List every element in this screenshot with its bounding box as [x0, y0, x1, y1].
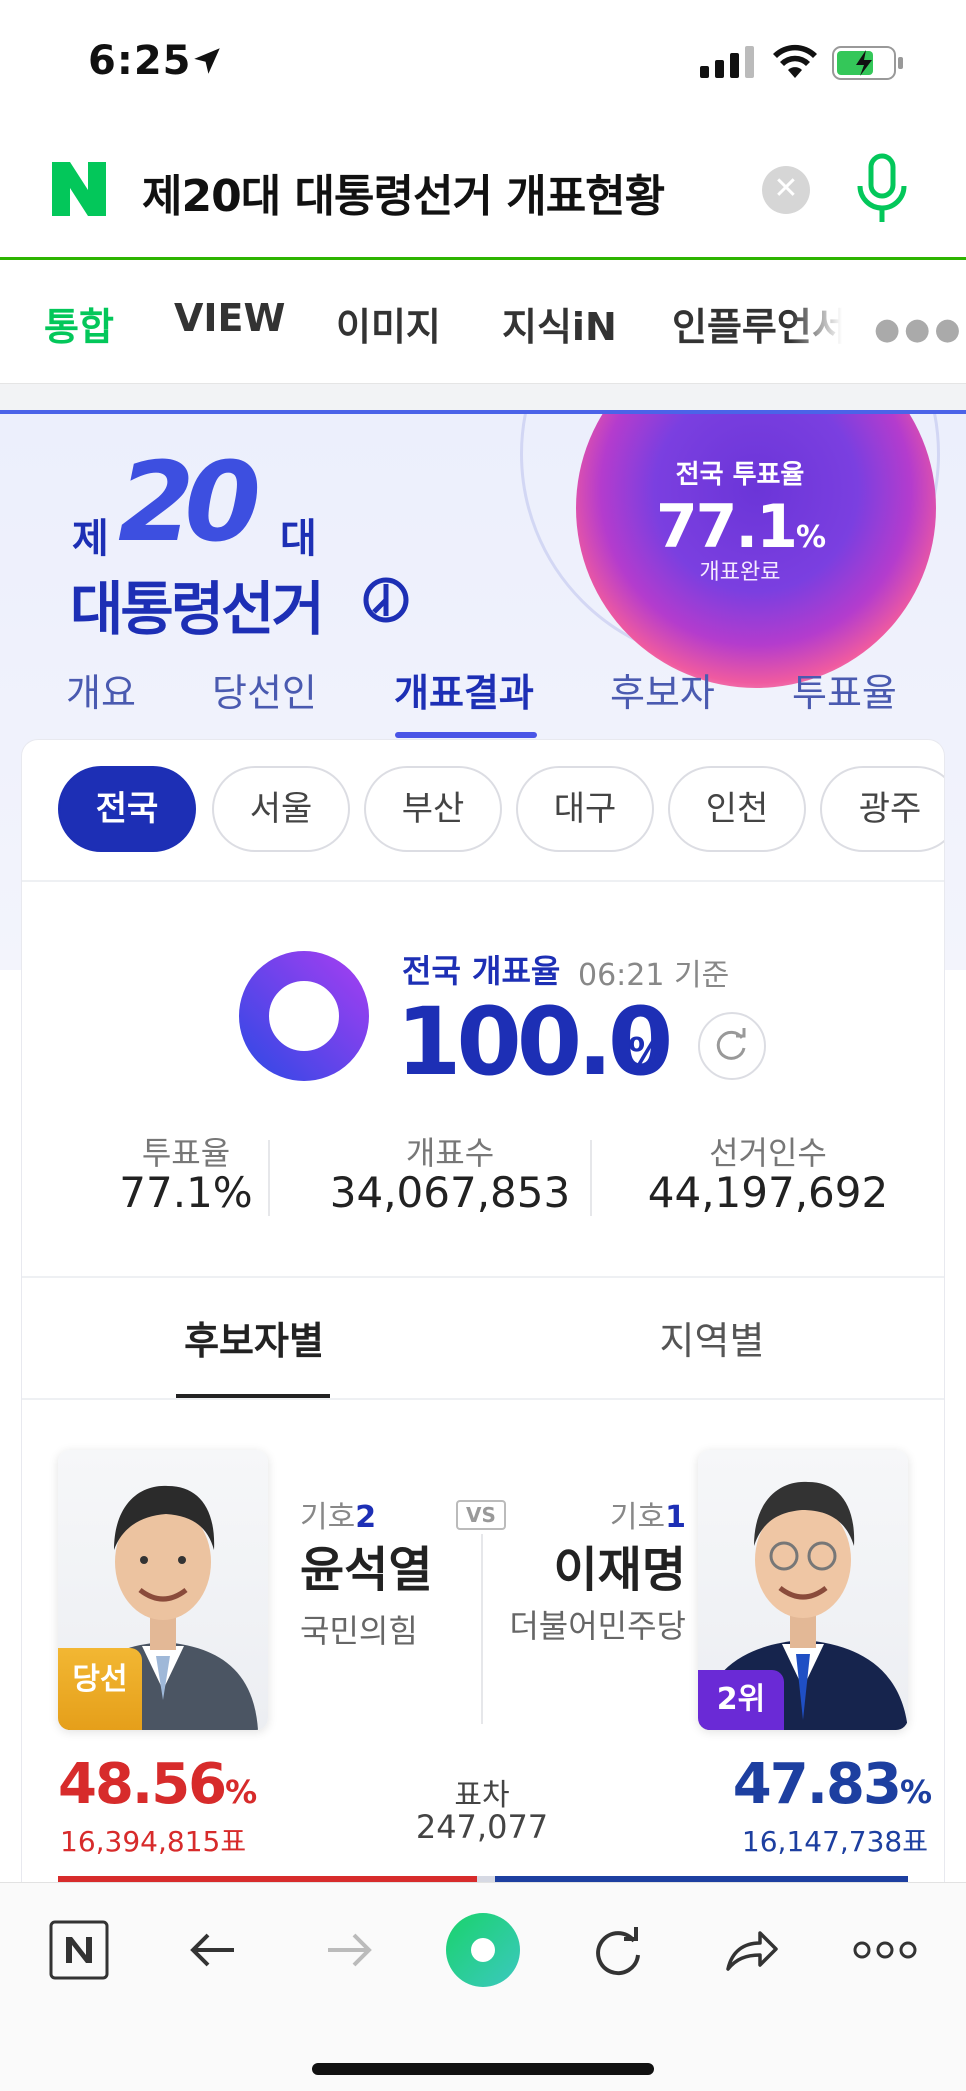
divider: [22, 1276, 944, 1278]
region-chip-seoul[interactable]: 서울: [212, 766, 350, 852]
mic-icon[interactable]: [852, 152, 912, 228]
stat-value-turnout: 77.1%: [119, 1168, 253, 1217]
progress-unit: %: [628, 1030, 667, 1074]
forward-icon[interactable]: [318, 1919, 380, 1981]
region-chip-busan[interactable]: 부산: [364, 766, 502, 852]
section-gap: [0, 384, 966, 410]
status-bar: 6:25: [0, 0, 966, 120]
progress-label: 전국 개표율: [402, 952, 561, 990]
back-icon[interactable]: [182, 1919, 244, 1981]
results-card: 전국 서울 부산 대구 인천 광주 전국 개표율 06:21 기준 100.0 …: [22, 740, 944, 1900]
subtab-turnout[interactable]: 투표율: [792, 662, 897, 717]
browser-toolbar: [0, 1882, 966, 2091]
subtab-indicator: [395, 732, 537, 738]
vote-share-right: 47.83%: [732, 1752, 932, 1817]
green-dot-icon[interactable]: [444, 1911, 522, 1989]
tab-integrated[interactable]: 통합: [44, 296, 114, 351]
subtab-overview[interactable]: 개요: [66, 662, 136, 717]
candidate-name-right[interactable]: 이재명: [522, 1530, 686, 1600]
candidate-party-right: 더불어민주당: [509, 1607, 686, 1645]
subtab-winner[interactable]: 당선인: [212, 662, 317, 717]
more-icon[interactable]: [852, 1919, 918, 1981]
subtab-candidates[interactable]: 후보자: [610, 662, 715, 717]
signal-icon: [700, 46, 754, 78]
refresh-button[interactable]: [698, 1012, 766, 1080]
search-input[interactable]: 제20대 대통령선거 개표현황: [142, 160, 665, 224]
share-icon[interactable]: [720, 1919, 782, 1981]
naver-home-icon[interactable]: [48, 1919, 110, 1981]
region-chip-national[interactable]: 전국: [58, 766, 196, 852]
subtab-results[interactable]: 개표결과: [394, 662, 534, 717]
candidate-name-left[interactable]: 윤석열: [300, 1530, 432, 1600]
wifi-icon: [773, 44, 817, 78]
search-tabs: 통합 VIEW 이미지 지식iN 인플루언서 ●●●: [0, 262, 966, 384]
turnout-status: 개표완료: [699, 560, 781, 585]
winner-badge: 당선: [58, 1648, 142, 1730]
turnout-label: 전국 투표율: [675, 460, 805, 490]
vote-share-left: 48.56%: [58, 1752, 257, 1817]
more-tabs-icon[interactable]: ●●●: [874, 312, 965, 347]
battery-charging-icon: [832, 46, 903, 80]
election-logo: 제 20 대 대통령선거: [70, 438, 410, 643]
reload-icon[interactable]: [586, 1919, 648, 1981]
divider: [22, 880, 944, 882]
vs-badge: VS: [456, 1500, 506, 1530]
stat-divider: [268, 1140, 270, 1216]
tab-by-region[interactable]: 지역별: [562, 1310, 862, 1365]
region-chip-incheon[interactable]: 인천: [668, 766, 806, 852]
home-indicator: [312, 2063, 654, 2075]
clock: 6:25: [88, 38, 192, 84]
close-icon[interactable]: ✕: [762, 166, 810, 214]
candidate-party-left: 국민의힘: [300, 1612, 418, 1650]
location-arrow-icon: [194, 48, 220, 74]
tab-by-candidate[interactable]: 후보자별: [104, 1310, 404, 1365]
stat-value-counted: 34,067,853: [329, 1168, 571, 1217]
vote-count-left: 16,394,815표: [60, 1825, 247, 1858]
search-bar: 제20대 대통령선거 개표현황 ✕: [0, 130, 966, 260]
tab-influencer[interactable]: 인플루언서: [672, 296, 842, 351]
rank-badge: 2위: [698, 1670, 784, 1730]
stat-divider: [590, 1140, 592, 1216]
ballot-mark-icon: [363, 577, 409, 623]
naver-logo[interactable]: [48, 158, 110, 220]
progress-donut: [239, 951, 369, 1081]
stat-value-electorate: 44,197,692: [647, 1168, 889, 1217]
divider: [22, 1398, 944, 1400]
region-chip-gwangju[interactable]: 광주: [820, 766, 944, 852]
tab-kin[interactable]: 지식iN: [502, 296, 617, 351]
vs-divider: [481, 1534, 483, 1724]
vote-count-right: 16,147,738표: [741, 1825, 928, 1858]
tab-view[interactable]: VIEW: [174, 296, 285, 340]
tab-image[interactable]: 이미지: [336, 296, 441, 351]
region-chip-daegu[interactable]: 대구: [516, 766, 654, 852]
turnout-value: 77.1%: [655, 492, 826, 562]
refresh-icon: [716, 1028, 746, 1060]
vote-gap-value: 247,077: [415, 1808, 549, 1846]
